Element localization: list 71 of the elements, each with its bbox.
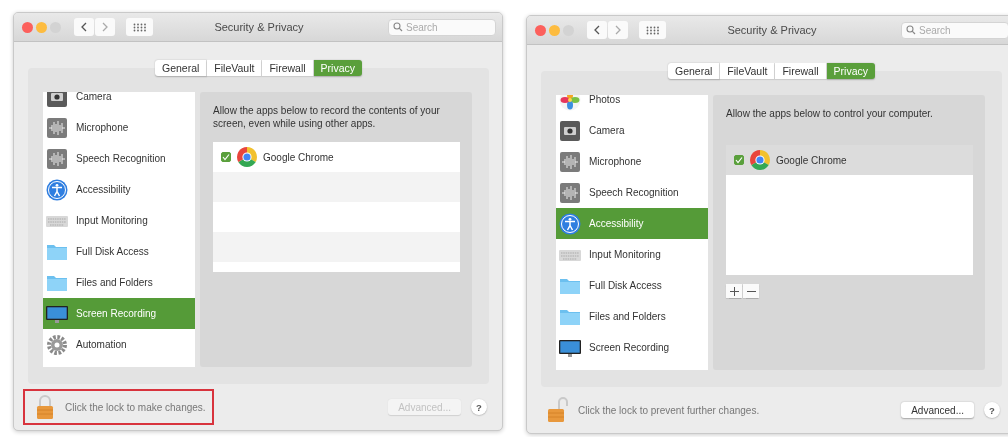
close-button[interactable] — [22, 21, 33, 33]
window-title: Security & Privacy — [727, 24, 817, 36]
tab[interactable]: Firewall — [262, 60, 314, 76]
open-lock-icon[interactable] — [548, 397, 568, 423]
accessibility-icon — [46, 178, 68, 201]
chevron-left-icon — [80, 22, 88, 32]
show-all-button[interactable] — [639, 21, 666, 39]
add-button[interactable] — [726, 284, 742, 298]
category-item[interactable]: Camera — [43, 92, 195, 112]
lock-hint: Click the lock to prevent further changes. — [578, 404, 760, 416]
search-field[interactable]: Search — [388, 18, 496, 36]
close-button[interactable] — [535, 24, 546, 36]
category-item[interactable]: Input Monitoring — [43, 205, 195, 236]
tab[interactable]: FileVault — [207, 60, 263, 76]
category-item[interactable]: Screen Recording — [556, 332, 708, 363]
chevron-right-icon — [614, 25, 622, 35]
category-item[interactable]: Camera — [556, 115, 708, 146]
gear-icon — [46, 333, 68, 356]
camera-icon — [46, 92, 68, 108]
waveform-icon — [559, 150, 581, 173]
advanced-button[interactable]: Advanced... — [901, 402, 974, 418]
category-item[interactable]: Accessibility — [43, 174, 195, 205]
tab[interactable]: General — [154, 60, 208, 76]
lock-hint: Click the lock to make changes. — [65, 401, 206, 413]
closed-lock-icon[interactable] — [35, 394, 55, 420]
tab[interactable]: Firewall — [775, 63, 827, 79]
category-item[interactable]: Speech Recognition — [556, 177, 708, 208]
tab[interactable]: General — [667, 63, 721, 79]
forward-button[interactable] — [95, 18, 115, 36]
forward-button[interactable] — [608, 21, 628, 39]
waveform-icon — [46, 116, 68, 139]
camera-icon — [559, 119, 581, 142]
checkbox[interactable] — [734, 155, 744, 165]
app-row[interactable]: Google Chrome — [213, 142, 460, 172]
back-button[interactable] — [587, 21, 607, 39]
help-button[interactable]: ? — [984, 402, 1000, 418]
app-row[interactable]: Google Chrome — [726, 145, 973, 175]
chevron-right-icon — [101, 22, 109, 32]
app-icon — [237, 147, 257, 167]
help-button[interactable]: ? — [471, 399, 487, 415]
accessibility-icon — [559, 212, 581, 235]
waveform-icon — [46, 147, 68, 170]
grid-icon — [132, 22, 147, 32]
category-item[interactable]: Speech Recognition — [43, 143, 195, 174]
category-item[interactable]: Microphone — [43, 112, 195, 143]
category-item[interactable]: Automation — [43, 329, 195, 360]
description-text: Allow the apps below to control your computer. — [726, 107, 934, 121]
checkbox[interactable] — [221, 152, 231, 162]
category-item[interactable]: Input Monitoring — [556, 239, 708, 270]
category-item[interactable]: Microphone — [556, 146, 708, 177]
minimize-button[interactable] — [549, 24, 560, 36]
minimize-button[interactable] — [36, 21, 47, 33]
chevron-left-icon — [593, 25, 601, 35]
waveform-icon — [559, 181, 581, 204]
description-text: Allow the apps below to record the contents of your screen, even while using other apps. — [213, 104, 441, 130]
window-title: Security & Privacy — [214, 21, 304, 33]
remove-button[interactable] — [743, 284, 759, 298]
search-icon — [906, 25, 916, 35]
category-item[interactable]: Files and Folders — [556, 301, 708, 332]
category-item[interactable]: Files and Folders — [43, 267, 195, 298]
app-icon — [750, 150, 770, 170]
category-item[interactable]: Full Disk Access — [43, 236, 195, 267]
grid-icon — [645, 25, 660, 35]
category-item[interactable]: Photos — [556, 95, 708, 115]
plus-icon — [729, 286, 739, 296]
show-all-button[interactable] — [126, 18, 153, 36]
category-item[interactable]: Full Disk Access — [556, 270, 708, 301]
tab[interactable]: FileVault — [720, 63, 776, 79]
search-icon — [393, 22, 403, 32]
search-field[interactable]: Search — [901, 21, 1008, 39]
back-button[interactable] — [74, 18, 94, 36]
